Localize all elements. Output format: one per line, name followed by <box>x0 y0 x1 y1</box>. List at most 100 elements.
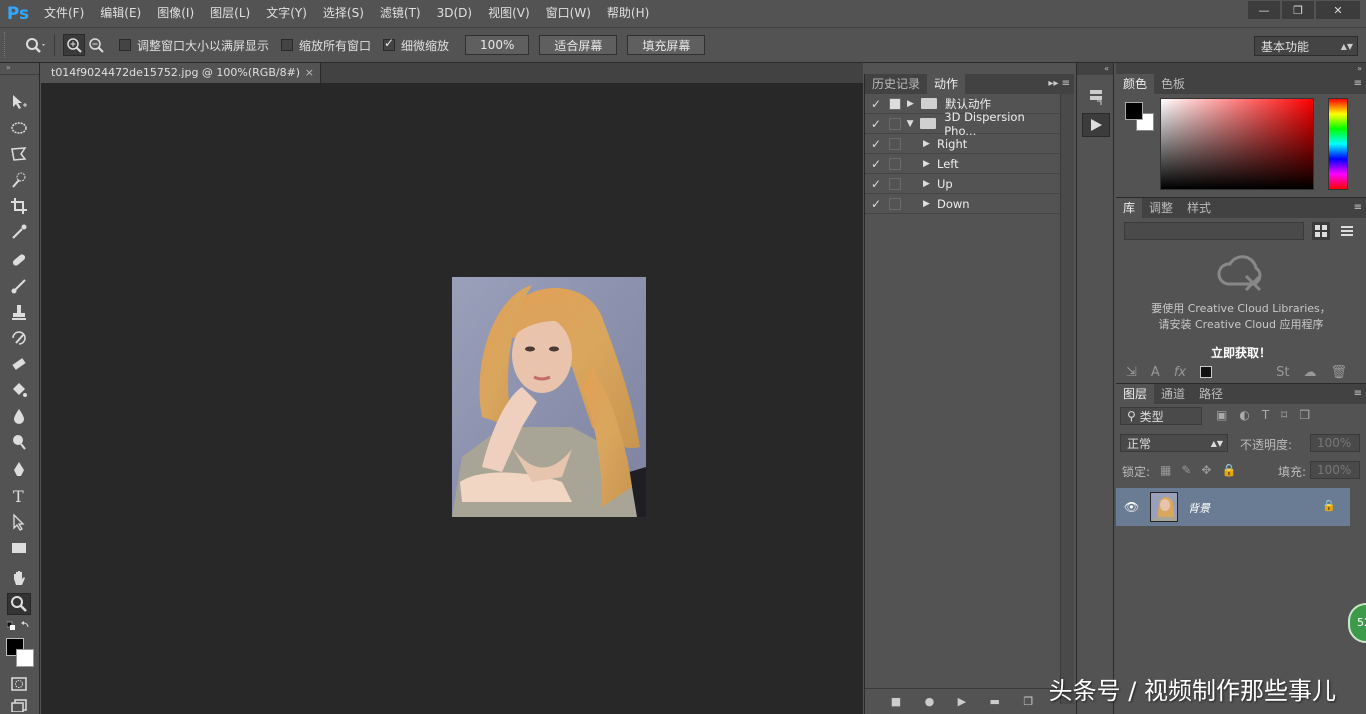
dialog-toggle[interactable] <box>889 137 901 150</box>
dialog-toggle[interactable] <box>889 197 901 210</box>
tab-color[interactable]: 颜色 <box>1116 74 1155 94</box>
menu-image[interactable]: 图像(I) <box>149 0 202 27</box>
expand-triangle-icon[interactable]: ▶ <box>923 179 937 189</box>
pen-tool[interactable] <box>7 459 31 481</box>
adjustment-filter-icon[interactable]: ◐ <box>1239 408 1249 422</box>
resize-windows-checkbox[interactable]: 调整窗口大小以满屏显示 <box>119 37 269 54</box>
menu-window[interactable]: 窗口(W) <box>538 0 599 27</box>
list-view-button[interactable] <box>1338 222 1356 240</box>
history-panel-button[interactable] <box>1082 85 1110 109</box>
tab-channels[interactable]: 通道 <box>1154 384 1192 404</box>
crop-tool[interactable] <box>7 195 31 217</box>
sync-icon[interactable]: ☁ <box>1303 365 1316 380</box>
document-image[interactable] <box>452 277 646 517</box>
workspace-select[interactable]: 基本功能 ▲▼ <box>1254 36 1358 56</box>
tab-swatches[interactable]: 色板 <box>1154 74 1192 94</box>
options-grip[interactable] <box>4 32 10 58</box>
dialog-toggle[interactable] <box>889 97 901 110</box>
panel-menu-icon[interactable]: ≡ <box>1354 198 1362 218</box>
minimize-button[interactable]: — <box>1248 1 1280 19</box>
grid-view-button[interactable] <box>1312 222 1330 240</box>
dodge-tool[interactable] <box>7 431 31 453</box>
tab-actions[interactable]: 动作 <box>927 74 966 94</box>
menu-edit[interactable]: 编辑(E) <box>92 0 149 27</box>
add-fill-color-icon[interactable] <box>1200 366 1213 378</box>
toggle-check-icon[interactable]: ✓ <box>865 157 887 171</box>
type-filter-icon[interactable]: T <box>1262 408 1269 422</box>
add-layer-style-icon[interactable]: fx <box>1174 365 1186 380</box>
close-window-button[interactable]: ✕ <box>1316 1 1360 19</box>
panel-menu-icon[interactable]: ▸▸ ≡ <box>1048 74 1070 94</box>
screen-mode-button[interactable] <box>7 697 31 713</box>
dialog-toggle[interactable] <box>889 157 901 170</box>
blend-mode-select[interactable]: 正常 ▲▼ <box>1120 434 1228 452</box>
tool-preset-picker[interactable] <box>24 36 46 54</box>
hand-tool[interactable] <box>7 567 31 589</box>
eraser-tool[interactable] <box>7 353 31 375</box>
zoom-in-button[interactable] <box>63 34 85 56</box>
new-action-icon[interactable]: ❐ <box>1023 695 1033 708</box>
history-brush-tool[interactable] <box>7 327 31 349</box>
actions-panel-button[interactable] <box>1082 113 1110 137</box>
actions-scrollbar[interactable] <box>1060 94 1074 704</box>
play-icon[interactable]: ▶ <box>958 695 966 708</box>
tab-styles[interactable]: 样式 <box>1180 198 1218 218</box>
toggle-check-icon[interactable]: ✓ <box>865 97 887 111</box>
type-tool[interactable]: T <box>7 485 31 507</box>
toggle-check-icon[interactable]: ✓ <box>865 177 887 191</box>
path-selection-tool[interactable] <box>7 511 31 533</box>
record-icon[interactable]: ● <box>925 695 935 708</box>
menu-layer[interactable]: 图层(L) <box>202 0 258 27</box>
lock-position-icon[interactable]: ✥ <box>1201 463 1211 477</box>
menu-filter[interactable]: 滤镜(T) <box>372 0 429 27</box>
action-set-row[interactable]: ✓ ▼ 3D Dispersion Pho... <box>865 110 1059 138</box>
zoom-all-checkbox[interactable]: 缩放所有窗口 <box>281 37 371 54</box>
action-row[interactable]: ✓ ▶ Left <box>865 154 1059 174</box>
healing-brush-tool[interactable] <box>7 249 31 271</box>
opacity-field[interactable]: 100% <box>1310 434 1360 452</box>
panel-menu-icon[interactable]: ≡ <box>1354 74 1362 94</box>
library-select[interactable] <box>1124 222 1304 240</box>
dialog-toggle[interactable] <box>889 177 901 190</box>
document-tab[interactable]: t014f9024472de15752.jpg @ 100%(RGB/8#) × <box>41 63 321 83</box>
menu-help[interactable]: 帮助(H) <box>599 0 657 27</box>
canvas-area[interactable] <box>41 83 863 714</box>
shape-filter-icon[interactable]: ⌑ <box>1281 408 1287 422</box>
new-set-icon[interactable]: ▬ <box>990 695 1000 708</box>
menu-3d[interactable]: 3D(D) <box>429 0 480 27</box>
get-now-link[interactable]: 立即获取！ <box>1116 344 1366 361</box>
visibility-eye-icon[interactable]: 👁 <box>1124 500 1139 514</box>
add-graphic-icon[interactable]: ⇲ <box>1126 365 1137 380</box>
dock-expand-icon[interactable]: « <box>1077 63 1113 75</box>
toggle-check-icon[interactable]: ✓ <box>865 117 887 131</box>
expand-triangle-icon[interactable]: ▶ <box>907 99 921 109</box>
quick-select-tool[interactable] <box>7 169 31 191</box>
background-color-swatch[interactable] <box>16 649 34 667</box>
close-tab-icon[interactable]: × <box>305 63 314 83</box>
tab-adjustments[interactable]: 调整 <box>1142 198 1180 218</box>
color-spectrum-field[interactable] <box>1160 98 1314 190</box>
smart-object-filter-icon[interactable]: ❒ <box>1299 408 1310 422</box>
action-row[interactable]: ✓ ▶ Up <box>865 174 1059 194</box>
action-row[interactable]: ✓ ▶ Down <box>865 194 1059 214</box>
brush-tool[interactable] <box>7 275 31 297</box>
rectangle-tool[interactable] <box>7 537 31 559</box>
hue-slider[interactable] <box>1328 98 1348 190</box>
lock-pixels-icon[interactable]: ✎ <box>1181 463 1191 477</box>
tab-paths[interactable]: 路径 <box>1192 384 1230 404</box>
foreground-color-swatch[interactable] <box>1125 102 1143 120</box>
zoom-tool[interactable] <box>7 593 31 615</box>
eyedropper-tool[interactable] <box>7 221 31 243</box>
clone-stamp-tool[interactable] <box>7 301 31 323</box>
panel-menu-icon[interactable]: ≡ <box>1354 384 1362 404</box>
collapse-triangle-icon[interactable]: ▼ <box>907 119 921 129</box>
stock-icon[interactable]: St <box>1276 365 1289 380</box>
fit-screen-button[interactable]: 适合屏幕 <box>539 35 618 55</box>
zoom-out-button[interactable] <box>85 34 107 56</box>
expand-triangle-icon[interactable]: ▶ <box>923 199 937 209</box>
layer-row[interactable]: 👁 背景 🔒 <box>1116 488 1350 526</box>
layer-filter-select[interactable]: ⚲ 类型 <box>1120 407 1202 425</box>
right-dock-collapse-icon[interactable]: » <box>1116 63 1366 74</box>
move-tool[interactable] <box>7 91 31 113</box>
tab-layers[interactable]: 图层 <box>1116 384 1155 404</box>
